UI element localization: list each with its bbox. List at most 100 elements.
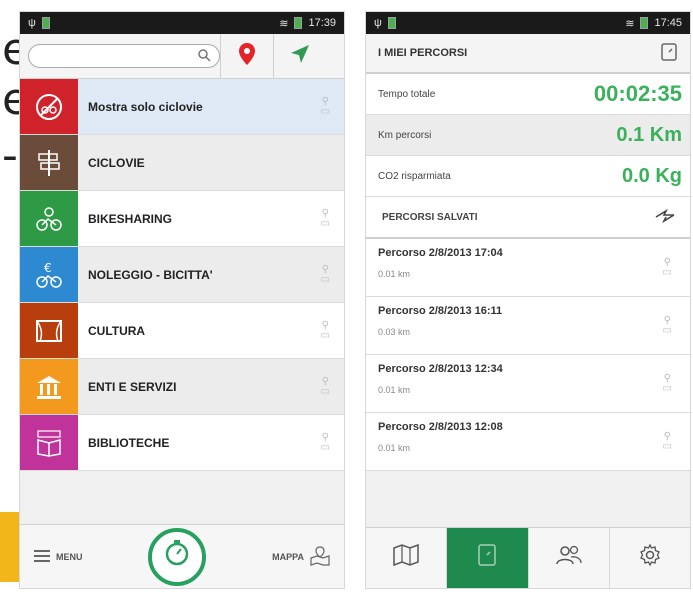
users-icon (555, 544, 583, 572)
route-list-item[interactable]: Percorso 2/8/2013 17:04 0.01 km ⚲ ▭ (366, 239, 690, 297)
stopwatch-outline-icon (477, 543, 497, 573)
menu-item-enti-e-servizi[interactable]: ENTI E SERVIZI ⚲ ▭ (20, 359, 344, 415)
hamburger-icon (34, 549, 50, 565)
section-title: PERCORSI SALVATI (382, 211, 478, 223)
search-input[interactable] (28, 44, 220, 68)
routes-header: I MIEI PERCORSI (366, 34, 690, 74)
svg-text:€: € (44, 261, 52, 275)
wifi-icon: ≋ (279, 17, 289, 30)
map-marker-icon[interactable]: ⚲ ▭ (663, 431, 672, 452)
stopwatch-outline-icon[interactable] (660, 42, 678, 65)
theatre-icon (20, 303, 78, 358)
map-marker-icon[interactable]: ⚲ ▭ (321, 264, 330, 285)
menu-item-biblioteche[interactable]: BIBLIOTECHE ⚲ ▭ (20, 415, 344, 471)
map-button-label: MAPPA (272, 551, 304, 562)
menu-item-label: BIBLIOTECHE (88, 435, 170, 450)
tracking-button[interactable] (148, 527, 207, 586)
saved-routes-header: PERCORSI SALVATI (366, 197, 690, 239)
map-marker-icon[interactable]: ⚲ ▭ (321, 320, 330, 341)
stat-label: Km percorsi (378, 129, 432, 141)
tab-routes[interactable] (447, 528, 529, 588)
menu-item-label: NOLEGGIO - BICITTA' (88, 267, 213, 282)
route-title: Percorso 2/8/2013 12:08 (378, 421, 503, 433)
route-title: Percorso 2/8/2013 12:34 (378, 363, 503, 375)
bikeshare-icon (20, 191, 78, 246)
map-marker-icon[interactable]: ⚲ ▭ (321, 376, 330, 397)
stopwatch-icon (163, 539, 191, 574)
map-marker-icon[interactable]: ⚲ ▭ (321, 208, 330, 229)
menu-button[interactable]: MENU (34, 549, 83, 565)
menu-item-cultura[interactable]: CULTURA ⚲ ▭ (20, 303, 344, 359)
map-marker-icon[interactable]: ⚲ ▭ (663, 373, 672, 394)
map-icon (310, 545, 330, 568)
status-bar: ψ ≋ 17:45 (366, 12, 690, 34)
usb-icon: ψ (374, 17, 382, 29)
usb-icon: ψ (28, 17, 36, 29)
battery-icon (640, 17, 649, 29)
tab-settings[interactable] (610, 528, 690, 588)
menu-item-noleggio-bicitta[interactable]: € NOLEGGIO - BICITTA' ⚲ ▭ (20, 247, 344, 303)
route-arrows-icon[interactable] (654, 207, 676, 228)
battery-icon (294, 17, 303, 29)
stat-value: 0.1 Km (616, 123, 682, 146)
book-icon (20, 415, 78, 470)
battery-small-icon (387, 17, 396, 29)
route-distance: 0.03 km (378, 327, 411, 337)
menu-item-label: CULTURA (88, 323, 146, 338)
status-time: 17:39 (308, 17, 336, 29)
stat-km: Km percorsi 0.1 Km (366, 115, 690, 156)
bottom-navigation-bar: MENU MAPPA (20, 524, 344, 588)
map-marker-icon[interactable]: ⚲ ▭ (663, 315, 672, 336)
no-bike-icon (20, 79, 78, 134)
route-list-item[interactable]: Percorso 2/8/2013 12:34 0.01 km ⚲ ▭ (366, 355, 690, 413)
navigation-arrow-icon (289, 43, 311, 70)
euro-bike-icon: € (20, 247, 78, 302)
route-list-item[interactable]: Percorso 2/8/2013 16:11 0.03 km ⚲ ▭ (366, 297, 690, 355)
menu-item-label: BIKESHARING (88, 211, 173, 226)
tab-map[interactable] (366, 528, 448, 588)
menu-item-ciclovie[interactable]: CICLOVIE (20, 135, 344, 191)
stat-value: 00:02:35 (593, 81, 682, 106)
menu-item-label: CICLOVIE (88, 155, 145, 170)
search-icon (197, 48, 211, 65)
search-toolbar (20, 34, 344, 79)
route-distance: 0.01 km (378, 443, 411, 453)
map-pin-icon (238, 42, 256, 71)
navigate-button[interactable] (273, 34, 326, 78)
slide-text-fragment: - (2, 130, 18, 181)
menu-item-bikesharing[interactable]: BIKESHARING ⚲ ▭ (20, 191, 344, 247)
building-icon (20, 359, 78, 414)
page-title: I MIEI PERCORSI (378, 47, 468, 59)
route-list-item[interactable]: Percorso 2/8/2013 12:08 0.01 km ⚲ ▭ (366, 413, 690, 471)
slide-yellow-bar (0, 512, 20, 582)
menu-item-mostra-solo-ciclovie[interactable]: Mostra solo ciclovie ⚲ ▭ (20, 79, 344, 135)
location-pin-button[interactable] (220, 34, 273, 78)
map-marker-icon[interactable]: ⚲ ▭ (321, 96, 330, 117)
route-distance: 0.01 km (378, 385, 411, 395)
map-button[interactable]: MAPPA (272, 545, 330, 568)
map-icon (393, 543, 419, 572)
route-distance: 0.01 km (378, 269, 411, 279)
menu-button-label: MENU (56, 551, 83, 562)
map-marker-icon[interactable]: ⚲ ▭ (663, 257, 672, 278)
wifi-icon: ≋ (625, 17, 635, 30)
stat-co2: CO2 risparmiata 0.0 Kg (366, 156, 690, 197)
phone-screen-menu: ψ ≋ 17:39 Mostra solo ciclovie ⚲ ▭ CICLO… (20, 12, 344, 588)
phone-screen-routes: ψ ≋ 17:45 I MIEI PERCORSI Tempo totale 0… (366, 12, 690, 588)
bottom-tab-bar (366, 527, 690, 588)
map-marker-icon[interactable]: ⚲ ▭ (321, 432, 330, 453)
status-bar: ψ ≋ 17:39 (20, 12, 344, 34)
menu-item-label: Mostra solo ciclovie (88, 99, 203, 114)
battery-small-icon (41, 17, 50, 29)
signpost-icon (20, 135, 78, 190)
route-title: Percorso 2/8/2013 16:11 (378, 305, 503, 317)
gear-icon (639, 543, 661, 572)
status-time: 17:45 (654, 17, 682, 29)
stat-total-time: Tempo totale 00:02:35 (366, 74, 690, 115)
route-title: Percorso 2/8/2013 17:04 (378, 247, 503, 259)
stat-value: 0.0 Kg (621, 164, 682, 187)
tab-community[interactable] (529, 528, 610, 588)
stat-label: CO2 risparmiata (378, 170, 451, 182)
stat-label: Tempo totale (378, 88, 436, 100)
menu-item-label: ENTI E SERVIZI (88, 379, 177, 394)
